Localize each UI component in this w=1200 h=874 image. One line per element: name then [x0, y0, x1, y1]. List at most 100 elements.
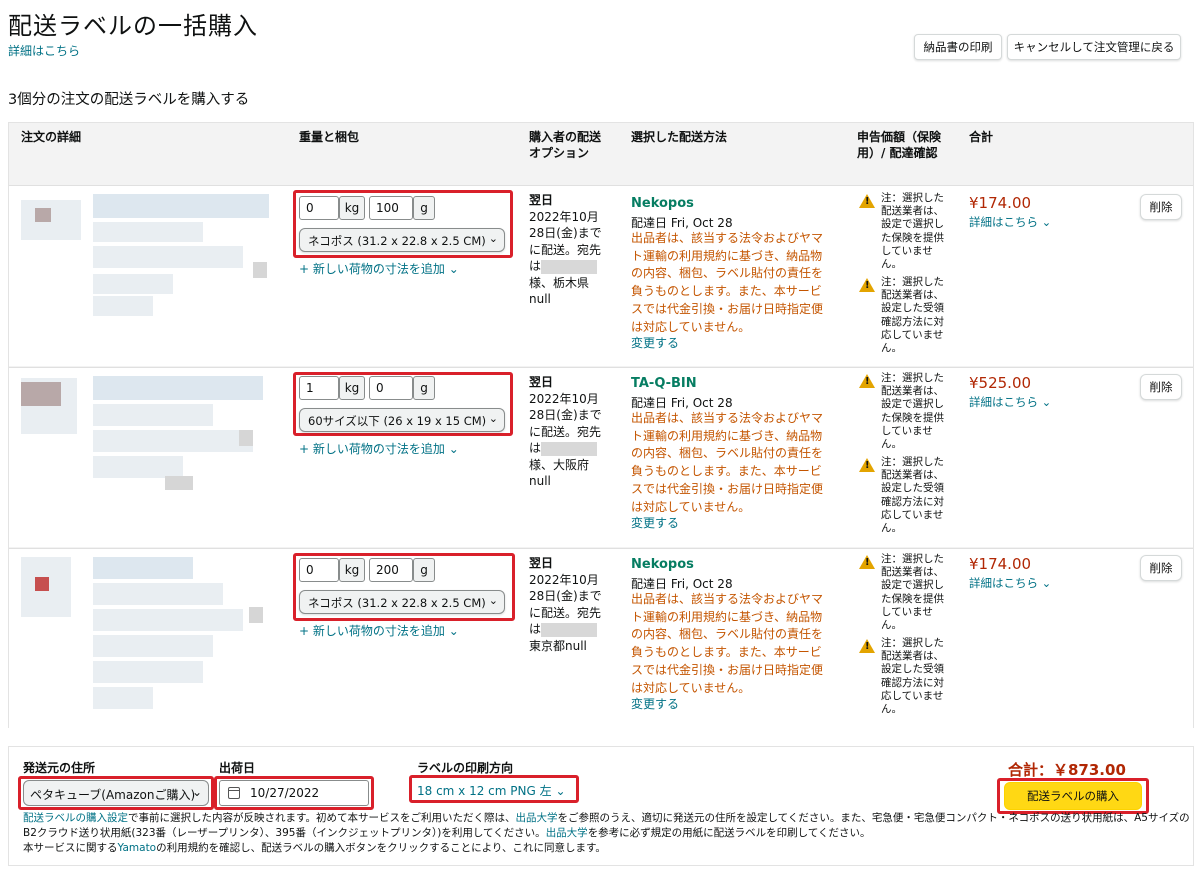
header-order-details: 注文の詳細 — [21, 130, 82, 144]
warning-icon: ! — [859, 458, 875, 472]
redacted-name — [541, 622, 598, 637]
confirmation-note: 注：選択した配送業者は、設定した受領確認方法に対応していません。 — [881, 456, 944, 535]
weight-kg-input[interactable]: 0 — [299, 196, 339, 220]
weight-kg-input[interactable]: 1 — [299, 376, 339, 400]
weight-g-input[interactable]: 100 — [369, 196, 413, 220]
chevron-down-icon: ⌄ — [488, 412, 498, 425]
chevron-down-icon: ⌄ — [191, 785, 202, 799]
insurance-note: 注：選択した配送業者は、設定で選択した保険を提供していません。 — [881, 192, 944, 271]
weight-g-input[interactable]: 0 — [369, 376, 413, 400]
table-row: 0 kg 100 g ネコポス (31.2 x 22.8 x 2.5 CM) ⌄ … — [9, 185, 1193, 366]
purchase-settings-link[interactable]: 配送ラベルの購入設定 — [23, 812, 128, 824]
ship-from-select[interactable]: ペタキューブ(Amazonご購入) ⌄ — [23, 780, 209, 806]
calendar-icon — [228, 787, 240, 799]
ship-date-input[interactable]: 10/27/2022 — [219, 780, 369, 806]
package-select[interactable]: ネコポス (31.2 x 22.8 x 2.5 CM) ⌄ — [299, 228, 505, 252]
package-select-value: ネコポス (31.2 x 22.8 x 2.5 CM) — [308, 234, 486, 248]
redacted-name — [541, 259, 598, 274]
warning-icon: ! — [859, 278, 875, 292]
delivery-date: 配達日 Fri, Oct 28 — [631, 577, 733, 591]
ship-date-label: 出荷日 — [219, 761, 256, 775]
package-select[interactable]: ネコポス (31.2 x 22.8 x 2.5 CM) ⌄ — [299, 590, 505, 614]
package-select-value: 60サイズ以下 (26 x 19 x 15 CM) — [308, 414, 487, 428]
yamato-terms-link[interactable]: Yamato — [118, 842, 157, 854]
delete-button[interactable]: 削除 — [1140, 374, 1182, 400]
orientation-label: ラベルの印刷方向 — [417, 761, 514, 775]
buyer-option: 翌日 2022年10月28日(金)までに配送。宛先は東京都null — [529, 556, 602, 653]
warning-icon: ! — [859, 639, 875, 653]
header-buyer-option: 購入者の配送オプション — [529, 130, 602, 160]
insurance-note: 注：選択した配送業者は、設定で選択した保険を提供していません。 — [881, 553, 944, 632]
chevron-down-icon: ⌄ — [448, 624, 459, 638]
seller-university-link[interactable]: 出品大学 — [546, 827, 588, 839]
warning-icon: ! — [859, 374, 875, 388]
header-declared-value: 申告価額（保険用）/ 配達確認 — [857, 130, 942, 160]
add-dimensions-link[interactable]: + 新しい荷物の寸法を追加 ⌄ — [299, 440, 459, 457]
chevron-down-icon: ⌄ — [488, 232, 498, 245]
carrier-name: TA-Q-BIN — [631, 376, 697, 391]
package-select[interactable]: 60サイズ以下 (26 x 19 x 15 CM) ⌄ — [299, 408, 505, 432]
subtitle: 3個分の注文の配送ラベルを購入する — [8, 92, 250, 108]
kg-unit: kg — [339, 196, 365, 220]
g-unit: g — [413, 558, 435, 582]
warning-icon: ! — [859, 555, 875, 569]
row-price: ¥174.00 — [969, 555, 1032, 573]
price-details-link[interactable]: 詳細はこちら ⌄ — [969, 394, 1051, 410]
header-total: 合計 — [969, 130, 994, 144]
g-unit: g — [413, 376, 435, 400]
header-weight-packaging: 重量と梱包 — [299, 130, 360, 144]
change-shipping-link[interactable]: 変更する — [631, 514, 679, 531]
price-details-link[interactable]: 詳細はこちら ⌄ — [969, 575, 1051, 591]
purchase-panel: 発送元の住所 ペタキューブ(Amazonご購入) ⌄ 出荷日 10/27/2022… — [8, 746, 1194, 866]
seller-university-link[interactable]: 出品大学 — [515, 812, 557, 824]
confirmation-note: 注：選択した配送業者は、設定した受領確認方法に対応していません。 — [881, 276, 944, 355]
weight-g-input[interactable]: 200 — [369, 558, 413, 582]
table-row: 1 kg 0 g 60サイズ以下 (26 x 19 x 15 CM) ⌄ + 新し… — [9, 367, 1193, 547]
fine-print-line3: 本サービスに関するYamatoの利用規約を確認し、配送ラベルの購入ボタンをクリッ… — [23, 842, 606, 854]
print-invoice-button[interactable]: 納品書の印刷 — [914, 34, 1002, 60]
fine-print-line1: 配送ラベルの購入設定で事前に選択した内容が反映されます。初めて本サービスをご利用… — [23, 812, 1190, 824]
add-dimensions-link[interactable]: + 新しい荷物の寸法を追加 ⌄ — [299, 260, 459, 277]
delete-button[interactable]: 削除 — [1140, 555, 1182, 581]
row-price: ¥174.00 — [969, 194, 1032, 212]
cancel-return-button[interactable]: キャンセルして注文管理に戻る — [1007, 34, 1181, 60]
orders-table: 注文の詳細 重量と梱包 購入者の配送オプション 選択した配送方法 申告価額（保険… — [8, 122, 1194, 728]
chevron-down-icon: ⌄ — [1041, 215, 1052, 229]
delivery-date: 配達日 Fri, Oct 28 — [631, 216, 733, 230]
chevron-down-icon: ⌄ — [488, 594, 498, 607]
price-details-link[interactable]: 詳細はこちら ⌄ — [969, 214, 1051, 230]
chevron-down-icon: ⌄ — [448, 442, 459, 456]
shipping-warning: 出品者は、該当する法令およびヤマト運輸の利用規約に基づき、納品物の内容、梱包、ラ… — [631, 592, 824, 695]
warning-icon: ! — [859, 194, 875, 208]
buyer-option: 翌日 2022年10月28日(金)までに配送。宛先は様、栃木県null — [529, 193, 602, 306]
weight-kg-input[interactable]: 0 — [299, 558, 339, 582]
header-shipping-method: 選択した配送方法 — [631, 130, 728, 144]
fine-print-line2: B2クラウド送り状用紙(323番（レーザープリンタ）、395番（インクジェットプ… — [23, 827, 871, 839]
change-shipping-link[interactable]: 変更する — [631, 695, 679, 712]
chevron-down-icon: ⌄ — [555, 784, 566, 798]
add-dimensions-link[interactable]: + 新しい荷物の寸法を追加 ⌄ — [299, 622, 459, 639]
orientation-dropdown[interactable]: 18 cm x 12 cm PNG 左 ⌄ — [417, 782, 566, 799]
insurance-note: 注：選択した配送業者は、設定で選択した保険を提供していません。 — [881, 372, 944, 451]
page-title: 配送ラベルの一括購入 — [8, 12, 258, 40]
shipping-warning: 出品者は、該当する法令およびヤマト運輸の利用規約に基づき、納品物の内容、梱包、ラ… — [631, 411, 824, 514]
chevron-down-icon: ⌄ — [448, 262, 459, 276]
details-link[interactable]: 詳細はこちら — [8, 42, 80, 59]
kg-unit: kg — [339, 376, 365, 400]
buy-labels-button[interactable]: 配送ラベルの購入 — [1004, 782, 1142, 810]
confirmation-note: 注：選択した配送業者は、設定した受領確認方法に対応していません。 — [881, 637, 944, 716]
delete-button[interactable]: 削除 — [1140, 194, 1182, 220]
ship-from-label: 発送元の住所 — [23, 761, 96, 775]
g-unit: g — [413, 196, 435, 220]
change-shipping-link[interactable]: 変更する — [631, 334, 679, 351]
grand-total: 合計：￥873.00 — [1008, 761, 1126, 779]
chevron-down-icon: ⌄ — [1041, 576, 1052, 590]
carrier-name: Nekopos — [631, 196, 694, 211]
package-select-value: ネコポス (31.2 x 22.8 x 2.5 CM) — [308, 596, 486, 610]
carrier-name: Nekopos — [631, 557, 694, 572]
table-row: 0 kg 200 g ネコポス (31.2 x 22.8 x 2.5 CM) ⌄ … — [9, 548, 1193, 728]
buyer-option: 翌日 2022年10月28日(金)までに配送。宛先は様、大阪府null — [529, 375, 602, 488]
shipping-warning: 出品者は、該当する法令およびヤマト運輸の利用規約に基づき、納品物の内容、梱包、ラ… — [631, 231, 824, 334]
delivery-date: 配達日 Fri, Oct 28 — [631, 396, 733, 410]
kg-unit: kg — [339, 558, 365, 582]
